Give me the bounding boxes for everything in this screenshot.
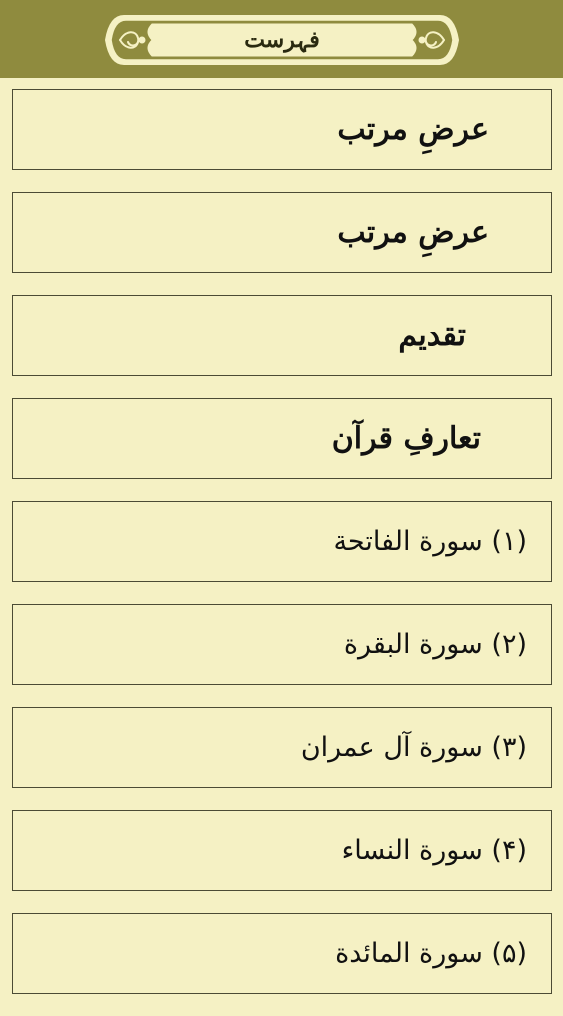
index-item-taaruf-e-quran[interactable]: تعارفِ قرآن xyxy=(12,398,552,479)
index-item-surah-al-imran[interactable]: (۳) سورة آل عمران xyxy=(12,707,552,788)
index-item-surah-an-nisa[interactable]: (۴) سورة النساء xyxy=(12,810,552,891)
index-item-arz-e-murattib-1[interactable]: عرضِ مرتب xyxy=(12,89,552,170)
index-item-label: عرضِ مرتب xyxy=(337,112,489,147)
title-plaque: فہرست xyxy=(104,14,460,66)
index-item-arz-e-murattib-2[interactable]: عرضِ مرتب xyxy=(12,192,552,273)
header-bar: فہرست xyxy=(0,0,563,78)
index-item-label: عرضِ مرتب xyxy=(337,215,489,250)
index-item-label: تقدیم xyxy=(398,318,466,353)
index-item-label: (۴) سورة النساء xyxy=(341,835,527,866)
index-item-surah-al-maidah[interactable]: (۵) سورة المائدة xyxy=(12,913,552,994)
index-item-taqdeem[interactable]: تقدیم xyxy=(12,295,552,376)
index-item-label: (۱) سورة الفاتحة xyxy=(333,526,527,557)
index-item-surah-al-baqarah[interactable]: (۲) سورة البقرة xyxy=(12,604,552,685)
index-item-label: تعارفِ قرآن xyxy=(331,421,481,456)
page-title: فہرست xyxy=(244,27,320,53)
index-item-label: (۲) سورة البقرة xyxy=(343,629,527,660)
index-item-label: (۳) سورة آل عمران xyxy=(300,732,527,763)
index-item-surah-al-fatiha[interactable]: (۱) سورة الفاتحة xyxy=(12,501,552,582)
index-item-label: (۵) سورة المائدة xyxy=(335,938,527,969)
index-list: عرضِ مرتب عرضِ مرتب تقدیم تعارفِ قرآن (۱… xyxy=(12,89,552,1016)
